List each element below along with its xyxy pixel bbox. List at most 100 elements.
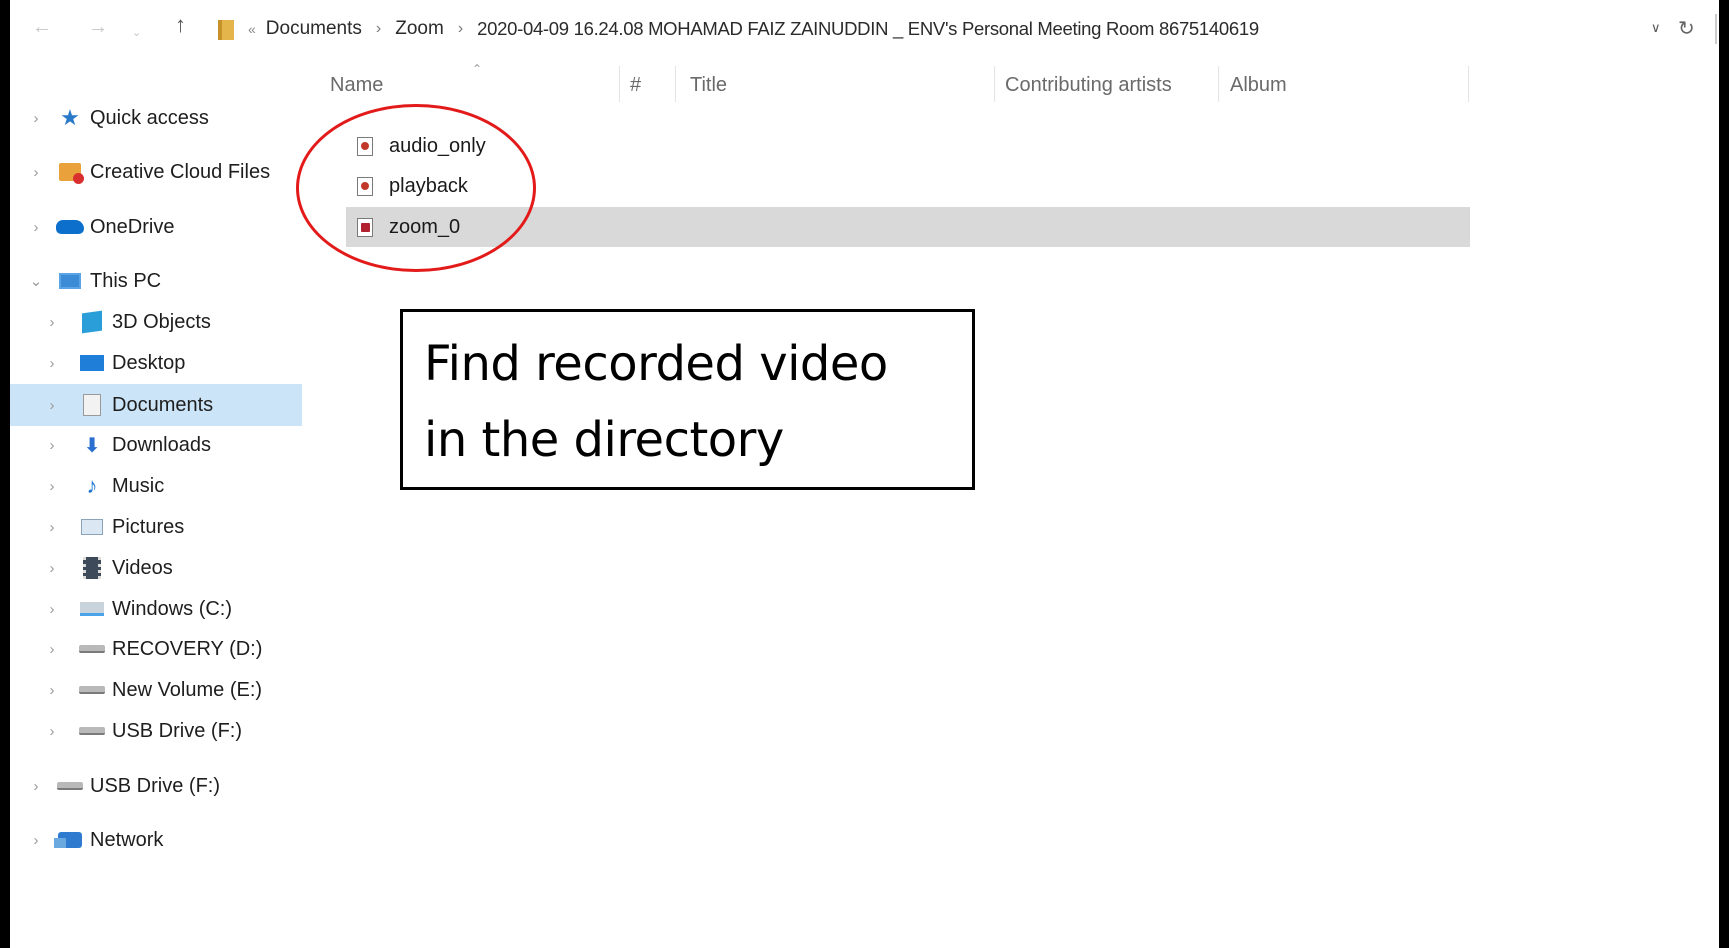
column-header-title[interactable]: Title [690,74,727,97]
nav-item-videos[interactable]: › Videos [10,549,302,587]
expand-chevron-icon[interactable]: › [42,560,62,577]
nav-item-label: New Volume (E:) [112,678,263,701]
nav-item-recovery-d[interactable]: › RECOVERY (D:) [10,630,302,668]
nav-item-usb-drive-f-root[interactable]: › USB Drive (F:) [10,767,302,805]
column-header-album[interactable]: Album [1230,74,1287,97]
nav-item-documents[interactable]: › Documents [10,384,302,426]
audio-file-icon [357,136,373,156]
star-icon: ★ [60,105,80,130]
nav-item-label: USB Drive (F:) [90,774,220,797]
nav-item-label: Pictures [112,515,185,538]
creative-cloud-icon [56,161,84,184]
onedrive-cloud-icon [56,216,84,238]
breadcrumb-documents[interactable]: Documents [266,18,362,40]
expand-chevron-icon[interactable]: › [26,778,46,795]
refresh-icon[interactable]: ↻ [1678,16,1695,41]
expand-chevron-icon[interactable]: › [42,314,62,331]
recent-locations-chevron-icon[interactable]: ⌄ [132,22,141,44]
column-headers: ⌃ Name # Title Contributing artists Albu… [330,62,1470,106]
expand-chevron-icon[interactable]: › [26,110,46,127]
nav-item-label: Quick access [90,106,209,129]
nav-item-label: OneDrive [90,215,175,238]
address-history-chevron-icon[interactable]: ∨ [1651,20,1661,36]
search-box-edge[interactable] [1715,14,1717,44]
cube-icon [78,310,106,334]
column-divider[interactable] [994,66,995,102]
instruction-callout: Find recorded video in the directory [400,309,975,490]
file-row-playback[interactable]: playback [346,166,1470,206]
column-divider[interactable] [675,66,676,102]
column-divider[interactable] [1218,66,1219,102]
nav-item-creative-cloud-files[interactable]: › Creative Cloud Files [10,153,302,191]
file-row-audio-only[interactable]: audio_only [346,126,1470,166]
expand-chevron-icon[interactable]: › [42,601,62,618]
expand-chevron-icon[interactable]: › [42,519,62,536]
breadcrumb-separator-icon[interactable]: › [458,20,463,38]
column-header-contributing-artists[interactable]: Contributing artists [1005,74,1172,97]
nav-item-downloads[interactable]: › ⬇ Downloads [10,426,302,464]
nav-item-windows-c[interactable]: › Windows (C:) [10,590,302,628]
file-list: ⌃ Name # Title Contributing artists Albu… [330,62,1470,922]
nav-item-label: Network [90,828,164,851]
nav-item-quick-access[interactable]: › ★ Quick access [10,99,302,137]
expand-chevron-icon[interactable]: › [42,397,62,414]
column-header-number[interactable]: # [630,74,641,97]
nav-item-onedrive[interactable]: › OneDrive [10,208,302,246]
file-name: playback [389,174,468,197]
desktop-icon [78,352,106,374]
forward-arrow-icon[interactable]: → [88,16,108,38]
navigation-pane: › ★ Quick access › Creative Cloud Files … [10,92,305,948]
expand-chevron-icon[interactable]: › [26,164,46,181]
nav-item-new-volume-e[interactable]: › New Volume (E:) [10,671,302,709]
video-file-icon [357,217,373,237]
nav-item-usb-drive-f[interactable]: › USB Drive (F:) [10,712,302,750]
breadcrumb-overflow[interactable]: « [248,21,256,37]
network-icon [54,829,84,851]
breadcrumb-separator-icon[interactable]: › [376,20,381,38]
expand-chevron-icon[interactable]: › [26,219,46,236]
nav-item-label: This PC [90,269,162,292]
nav-item-network[interactable]: › Network [10,821,302,859]
nav-item-pictures[interactable]: › Pictures [10,508,302,546]
expand-chevron-icon[interactable]: › [42,437,62,454]
nav-item-label: Creative Cloud Files [90,160,271,183]
nav-item-label: RECOVERY (D:) [112,637,263,660]
nav-item-label: Music [112,474,165,497]
nav-item-this-pc[interactable]: ⌄ This PC [10,262,302,300]
nav-item-desktop[interactable]: › Desktop [10,344,302,382]
back-arrow-icon[interactable]: ← [32,16,52,38]
collapse-chevron-icon[interactable]: ⌄ [26,272,46,290]
nav-item-label: Documents [112,393,214,416]
nav-item-label: 3D Objects [112,310,211,333]
expand-chevron-icon[interactable]: › [42,723,62,740]
audio-file-icon [357,176,373,196]
breadcrumb-current-folder[interactable]: 2020-04-09 16.24.08 MOHAMAD FAIZ ZAINUDD… [477,18,1259,40]
column-divider[interactable] [1468,66,1469,102]
file-name: audio_only [389,134,486,157]
expand-chevron-icon[interactable]: › [42,641,62,658]
breadcrumb[interactable]: « Documents › Zoom › 2020-04-09 16.24.08… [248,18,1259,40]
expand-chevron-icon[interactable]: › [42,355,62,372]
nav-item-3d-objects[interactable]: › 3D Objects [10,303,302,341]
expand-chevron-icon[interactable]: › [42,478,62,495]
sort-ascending-icon: ⌃ [472,62,483,76]
callout-line-2: in the directory [424,412,784,468]
column-divider[interactable] [619,66,620,102]
expand-chevron-icon[interactable]: › [42,682,62,699]
file-explorer-window: ← → ⌄ ↑ « Documents › Zoom › 2020-04-09 … [10,0,1719,948]
download-arrow-icon: ⬇ [83,434,101,457]
music-note-icon: ♪ [86,473,98,498]
up-arrow-icon[interactable]: ↑ [175,14,186,36]
drive-icon [78,720,106,742]
callout-line-1: Find recorded video [424,336,888,392]
film-icon [78,557,106,579]
drive-icon [56,775,84,797]
documents-icon [78,394,106,416]
nav-item-label: USB Drive (F:) [112,719,242,742]
column-header-name[interactable]: Name [330,74,383,97]
breadcrumb-zoom[interactable]: Zoom [395,18,444,40]
this-pc-icon [56,270,84,292]
file-row-zoom-0[interactable]: zoom_0 [346,207,1470,247]
nav-item-music[interactable]: › ♪ Music [10,467,302,505]
expand-chevron-icon[interactable]: › [26,832,46,849]
